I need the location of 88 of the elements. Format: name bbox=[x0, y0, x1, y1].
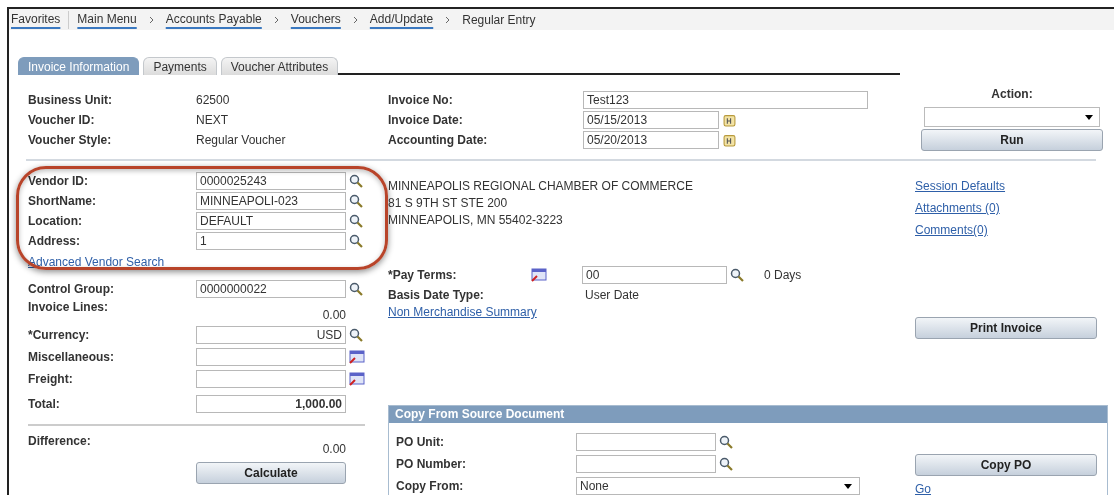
chevron-icon bbox=[352, 15, 358, 24]
input-field[interactable]: 0000025243 bbox=[196, 172, 346, 190]
amount-value: 0.00 bbox=[321, 442, 346, 456]
input-field[interactable]: 05/15/2013 bbox=[583, 111, 719, 129]
search-icon[interactable] bbox=[349, 174, 363, 188]
field-label: Freight: bbox=[28, 372, 74, 386]
link[interactable]: Session Defaults bbox=[915, 179, 1006, 193]
amount-value: 0.00 bbox=[321, 308, 346, 322]
go-link[interactable]: Go bbox=[915, 482, 931, 495]
total-field: 1,000.00 bbox=[196, 395, 346, 413]
field-value: User Date bbox=[585, 288, 640, 302]
search-icon[interactable] bbox=[349, 282, 363, 296]
field-value: 62500 bbox=[196, 93, 230, 107]
field-value: Regular Voucher bbox=[196, 133, 286, 147]
chevron-icon bbox=[148, 15, 154, 24]
field-label: Miscellaneous: bbox=[28, 350, 116, 364]
detail-icon[interactable] bbox=[531, 268, 547, 282]
field-label: PO Unit: bbox=[396, 435, 445, 449]
address-line: MINNEAPOLIS REGIONAL CHAMBER OF COMMERCE bbox=[388, 179, 694, 195]
panel-title: Copy From Source Document bbox=[389, 406, 1107, 423]
summary-link[interactable]: Non Merchandise Summary bbox=[388, 305, 537, 319]
breadcrumb-link[interactable]: Favorites bbox=[11, 11, 61, 28]
address-line: MINNEAPOLIS, MN 55402-3223 bbox=[388, 213, 564, 229]
input-field[interactable]: 05/20/2013 bbox=[583, 131, 719, 149]
address-line: 81 S 9TH ST STE 200 bbox=[388, 196, 509, 212]
chevron-icon bbox=[273, 15, 279, 24]
input-field[interactable]: 00 bbox=[582, 266, 727, 284]
field-label: Vendor ID: bbox=[28, 174, 89, 188]
field-label: Business Unit: bbox=[28, 93, 113, 107]
input-field[interactable]: MINNEAPOLI-023 bbox=[196, 192, 346, 210]
field-label: Invoice Date: bbox=[388, 113, 464, 127]
breadcrumb-link[interactable]: Main Menu bbox=[77, 11, 137, 28]
link[interactable]: Attachments (0) bbox=[915, 201, 1000, 215]
tab[interactable]: Payments bbox=[143, 57, 217, 75]
breadcrumb-link[interactable]: Add/Update bbox=[369, 11, 434, 28]
field-value: NEXT bbox=[196, 113, 228, 127]
tab[interactable]: Voucher Attributes bbox=[220, 57, 339, 75]
advanced-search-link[interactable]: Advanced Vendor Search bbox=[28, 255, 165, 269]
input-field[interactable]: Test123 bbox=[583, 91, 868, 109]
field-label: ShortName: bbox=[28, 194, 97, 208]
caret-icon bbox=[1085, 115, 1093, 120]
print-invoice-button[interactable]: Print Invoice bbox=[915, 317, 1097, 339]
run-button[interactable]: Run bbox=[921, 129, 1103, 151]
input-field[interactable]: 0000000022 bbox=[196, 280, 346, 298]
chevron-icon bbox=[445, 15, 451, 24]
calendar-icon[interactable] bbox=[723, 133, 736, 147]
field-label: Location: bbox=[28, 214, 83, 228]
dropdown[interactable]: None bbox=[576, 477, 860, 495]
input-field[interactable] bbox=[196, 348, 346, 366]
search-icon[interactable] bbox=[719, 457, 733, 471]
detail-icon[interactable] bbox=[349, 350, 365, 364]
calculate-button[interactable]: Calculate bbox=[196, 462, 346, 484]
field-label: Address: bbox=[28, 234, 81, 248]
calendar-icon[interactable] bbox=[723, 113, 736, 127]
field-label: Total: bbox=[28, 397, 61, 411]
breadcrumb-link[interactable]: Regular Entry bbox=[462, 12, 536, 27]
search-icon[interactable] bbox=[349, 194, 363, 208]
field-label: Control Group: bbox=[28, 282, 115, 296]
caret-icon bbox=[844, 483, 852, 489]
field-label: Copy From: bbox=[396, 479, 465, 493]
field-label: Difference: bbox=[28, 434, 92, 448]
search-icon[interactable] bbox=[349, 214, 363, 228]
input-field[interactable] bbox=[576, 455, 716, 473]
field-label: Accounting Date: bbox=[388, 133, 489, 147]
input-field[interactable]: 1 bbox=[196, 232, 346, 250]
field-label: Basis Date Type: bbox=[388, 288, 485, 302]
search-icon[interactable] bbox=[719, 435, 733, 449]
copy-po-button[interactable]: Copy PO bbox=[915, 454, 1097, 476]
field-label: Voucher Style: bbox=[28, 133, 113, 147]
link[interactable]: Comments(0) bbox=[915, 223, 988, 237]
search-icon[interactable] bbox=[349, 328, 363, 342]
action-label: Action: bbox=[991, 87, 1033, 103]
field-label: Invoice No: bbox=[388, 93, 454, 107]
field-label: *Currency: bbox=[28, 328, 91, 342]
search-icon[interactable] bbox=[349, 234, 363, 248]
breadcrumb-link[interactable]: Accounts Payable bbox=[165, 11, 262, 28]
field-label: PO Number: bbox=[396, 457, 467, 471]
field-label: Invoice Lines: bbox=[28, 300, 110, 314]
input-field[interactable] bbox=[196, 370, 346, 388]
field-label: *Pay Terms: bbox=[388, 268, 458, 282]
days-text: 0 Days bbox=[764, 268, 802, 282]
detail-icon[interactable] bbox=[349, 372, 365, 386]
input-field[interactable] bbox=[576, 433, 716, 451]
input-field[interactable]: DEFAULT bbox=[196, 212, 346, 230]
search-icon[interactable] bbox=[730, 268, 744, 282]
field-label: Voucher ID: bbox=[28, 113, 96, 127]
input-field[interactable]: USD bbox=[196, 326, 346, 344]
breadcrumb-link[interactable]: Vouchers bbox=[290, 11, 341, 28]
